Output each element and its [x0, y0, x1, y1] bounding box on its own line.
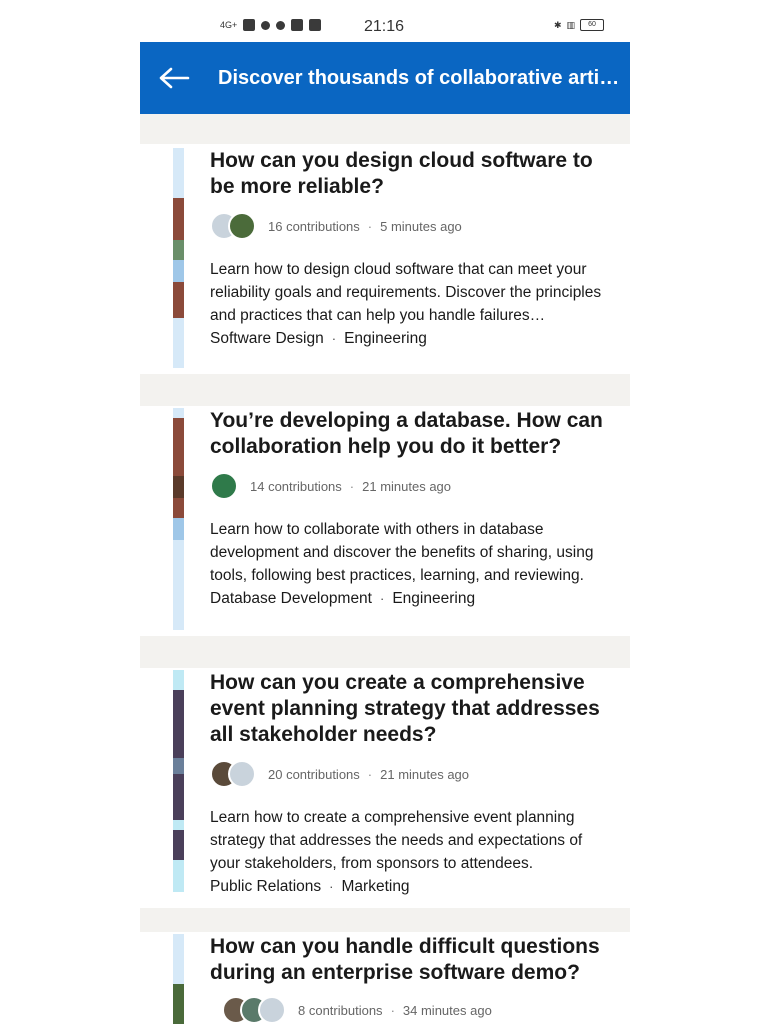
article-title[interactable]: You’re developing a database. How can co… [210, 408, 610, 460]
posted-time: 5 minutes ago [380, 218, 462, 234]
article-card[interactable]: You’re developing a database. How can co… [140, 406, 630, 636]
phone-screen: 4G+ 21:16 ✱ ▥ 60 Discover thousands of c… [140, 0, 630, 1024]
article-thumbnail [173, 670, 184, 892]
location-icon [276, 20, 286, 30]
article-feed[interactable]: How can you design cloud software to be … [140, 114, 630, 1024]
article-meta: 14 contributions · 21 minutes ago [210, 470, 610, 502]
contributor-avatars [210, 760, 256, 788]
page-title: Discover thousands of collaborative arti… [218, 66, 622, 89]
article-title[interactable]: How can you design cloud software to be … [210, 148, 610, 200]
tag[interactable]: Marketing [342, 878, 410, 895]
article-tags: Public Relations · Marketing [210, 875, 610, 898]
separator-dot: · [349, 478, 355, 494]
app-notification-icon [291, 19, 304, 31]
separator-dot: · [367, 218, 373, 234]
contributor-avatars [210, 472, 238, 500]
posted-time: 21 minutes ago [380, 766, 470, 782]
posted-time: 34 minutes ago [402, 1002, 492, 1018]
separator-dot: · [331, 331, 337, 346]
network-indicator: 4G+ [220, 20, 238, 30]
article-thumbnail [173, 934, 184, 1024]
article-card[interactable]: How can you create a comprehensive event… [140, 668, 630, 908]
article-card[interactable]: How can you design cloud software to be … [140, 144, 630, 374]
mail-icon [309, 19, 322, 31]
article-thumbnail [173, 408, 184, 630]
status-time: 21:16 [364, 18, 405, 35]
arrow-left-icon [159, 67, 190, 89]
status-bar: 4G+ 21:16 ✱ ▥ 60 [140, 0, 630, 42]
tag[interactable]: Database Development [210, 590, 372, 607]
avatar [228, 760, 256, 788]
article-title[interactable]: How can you handle difficult questions d… [210, 934, 610, 986]
avatar [210, 472, 238, 500]
posted-time: 21 minutes ago [362, 478, 452, 494]
contributions-count: 8 contributions [298, 1002, 383, 1018]
status-icons-left: 4G+ [220, 19, 322, 31]
bluetooth-icon: ✱ [553, 19, 562, 30]
volte-icon: ▥ [566, 19, 575, 30]
article-meta: 8 contributions · 34 minutes ago [210, 994, 610, 1024]
contributions-count: 20 contributions [268, 766, 360, 782]
tag[interactable]: Software Design [210, 330, 324, 347]
article-tags: Software Design · Engineering [210, 327, 610, 350]
back-button[interactable] [142, 42, 206, 114]
telegram-icon [261, 20, 271, 30]
tag[interactable]: Engineering [392, 590, 475, 607]
avatar [228, 212, 256, 240]
app-bar: Discover thousands of collaborative arti… [140, 42, 630, 114]
contributor-avatars [222, 996, 286, 1024]
article-title[interactable]: How can you create a comprehensive event… [210, 670, 610, 748]
contributions-count: 14 contributions [250, 478, 342, 494]
contributor-avatars [210, 212, 256, 240]
article-thumbnail [173, 148, 184, 368]
separator-dot: · [367, 766, 373, 782]
separator-dot: · [329, 879, 334, 894]
signal-icon [243, 19, 256, 31]
tag[interactable]: Public Relations [210, 878, 321, 895]
article-tags: Database Development · Engineering [210, 587, 610, 610]
tag[interactable]: Engineering [344, 330, 427, 347]
separator-dot: · [390, 1002, 395, 1018]
battery-icon: 60 [580, 19, 604, 31]
avatar [258, 996, 286, 1024]
contributions-count: 16 contributions [268, 218, 360, 234]
article-card[interactable]: How can you handle difficult questions d… [140, 932, 630, 1024]
article-description: Learn how to design cloud software that … [210, 261, 602, 324]
article-meta: 16 contributions · 5 minutes ago [210, 210, 610, 242]
article-description: Learn how to collaborate with others in … [210, 521, 594, 584]
status-icons-right: ✱ ▥ 60 [554, 19, 604, 31]
separator-dot: · [380, 591, 385, 606]
article-meta: 20 contributions · 21 minutes ago [210, 758, 610, 790]
article-description: Learn how to create a comprehensive even… [210, 809, 583, 872]
